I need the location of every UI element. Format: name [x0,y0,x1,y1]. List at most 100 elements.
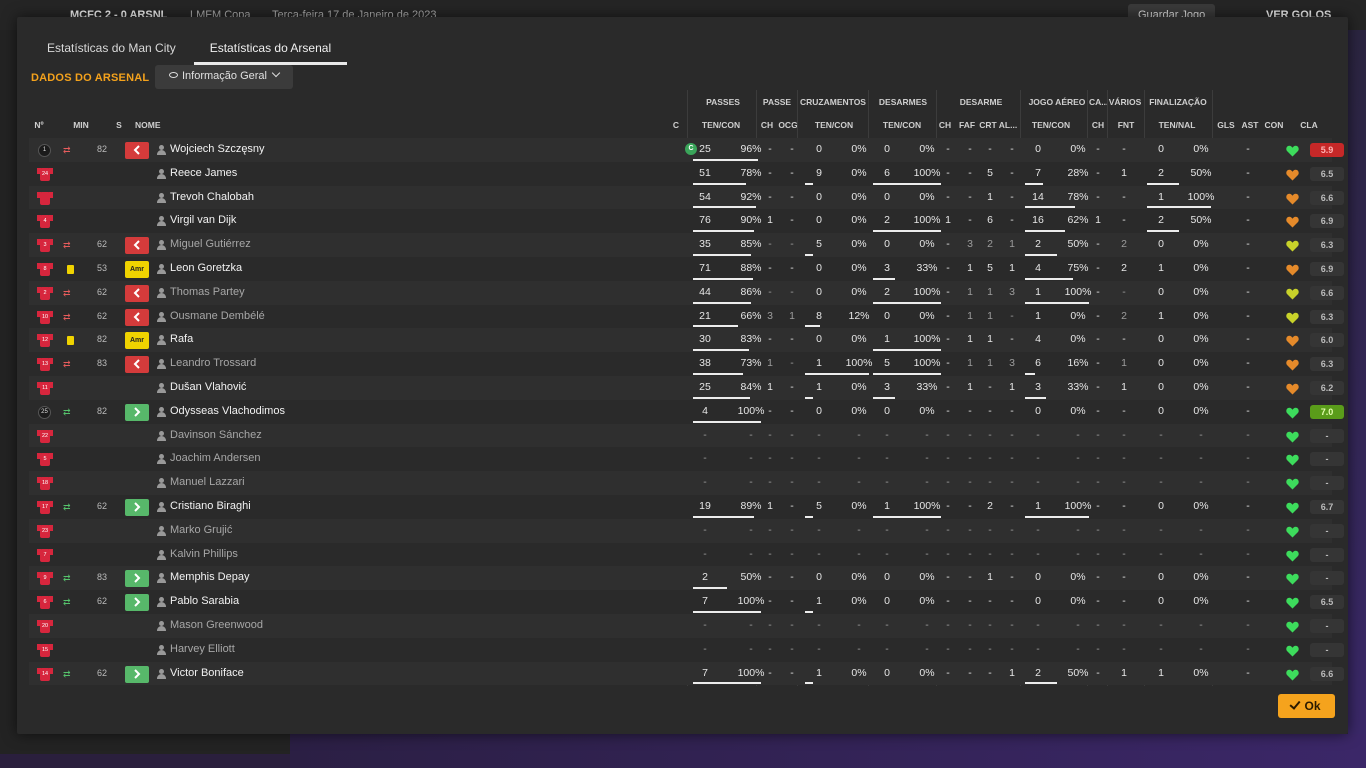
column-header-aer[interactable]: TEN/CON [1023,120,1079,130]
player-name[interactable]: Kalvin Phillips [170,543,238,567]
player-name[interactable]: Cristiano Biraghi [170,495,251,519]
goals [1217,400,1231,424]
column-header-cla[interactable]: CLA [1295,120,1323,130]
shots: - [1159,619,1163,631]
table-row[interactable]: 8 53 Amr Leon Goretzka 71 88% - -0 0% 3 33% -1 5 1 4 75… [29,257,1344,281]
table-row[interactable]: 20 Mason Greenwood - - - - - - - - - - - - - - - - - - - - [29,614,1344,638]
column-header-min[interactable]: MIN [69,120,93,130]
column-header-gls[interactable]: GLS [1215,120,1237,130]
key-headers: - [1096,190,1100,203]
fouls: 1 [967,333,973,346]
player-name[interactable]: Harvey Elliott [170,638,235,662]
table-row[interactable]: 24 Reece James 51 78% - -9 0% 6 100% - -5-7 28% -1 2 5… [29,161,1344,186]
column-header-passes[interactable]: TEN/CON [699,120,743,130]
table-row[interactable]: 17 ⇄ 62 Cristiano Biraghi 19 89% 1-5 0% 1 100% - -2… [29,495,1344,519]
shots: - [1159,547,1163,560]
fouls: 1 [967,357,973,370]
column-header-cruz[interactable]: TEN/CON [811,120,857,130]
crosses-pct: - [857,619,861,631]
player-name[interactable]: Memphis Depay [170,566,249,590]
player-name[interactable]: Thomas Partey [170,281,245,305]
column-header-con[interactable]: CON [1263,120,1285,130]
tackles-pct: 0% [919,595,935,608]
shirt-icon: 8 [37,262,53,276]
column-header-p-ocg[interactable]: OCG [777,120,799,130]
player-name[interactable]: Marko Grujić [170,519,232,543]
shots-pct: 0% [1193,143,1209,155]
column-header-fin[interactable]: TEN/NAL [1154,120,1200,130]
table-row[interactable]: 14 ⇄ 62 Victor Boniface 7 100% - -1 0% 0 0% - - -1 2 50… [29,661,1344,686]
table-row[interactable]: 4 Virgil van Dijk 76 90% 1-0 0% 2 100% 1-6-16 62%… [29,209,1344,234]
passes-attempted: - [703,476,707,489]
column-header-ca-ch[interactable]: CH [1089,120,1107,130]
player-name[interactable]: Victor Boniface [170,662,244,686]
table-row[interactable]: 22 Davinson Sánchez - - - - - - - - - - - - - - - - - - - - [29,423,1344,448]
column-header-c[interactable]: C [669,120,683,130]
table-row[interactable]: 15 Harvey Elliott - - - - - - - - - - - - - - - - - - - - [29,637,1344,662]
player-name[interactable]: Rafa [170,328,193,352]
table-row[interactable]: 23 Marko Grujić - - - - - - - - - - - - - - - - - - - - [29,518,1344,543]
shirt-icon: 9 [37,571,53,586]
player-name[interactable]: Pablo Sarabia [170,590,239,614]
tab-man-city-stats[interactable]: Estatísticas do Man City [31,35,192,65]
table-row[interactable]: 1 ⇄ 82 Wojciech Szczęsny C 25 96% - -0 0% 0 0% - - - -0… [29,138,1344,162]
player-name[interactable]: Reece James [170,162,237,186]
table-row[interactable]: 10 ⇄ 62 Ousmane Dembélé 21 66% 3 1 8 12% 0 0% -1 1-1 0… [29,304,1344,329]
column-header-p-ch[interactable]: CH [759,120,775,130]
tab-arsenal-stats[interactable]: Estatísticas do Arsenal [193,35,348,65]
table-row[interactable]: 9 ⇄ 83 Memphis Depay 2 50% - -0 0% 0 0% - -1-0 0% - -0 0… [29,566,1344,591]
column-header-nome[interactable]: NOME [135,120,175,130]
player-name[interactable]: Mason Greenwood [170,614,263,638]
player-name[interactable]: Davinson Sánchez [170,424,262,448]
column-header-ast[interactable]: AST [1239,120,1261,130]
column-header-des[interactable]: TEN/CON [879,120,925,130]
player-avatar-icon [157,621,166,631]
table-row[interactable]: 7 Kalvin Phillips - - - - - - - - - - - - - - - - - - - - [29,542,1344,567]
assists: - [1246,190,1250,203]
group-header-desarmes: DESARMES [878,97,928,107]
player-name[interactable]: Leandro Trossard [170,352,256,376]
player-name[interactable]: Joachim Andersen [170,447,261,471]
key-tackles: - [946,333,950,346]
player-rating: 6.2 [1310,381,1344,395]
table-row[interactable]: 18 Manuel Lazzari - - - - - - - - - - - - - - - - - - - - [29,471,1344,495]
table-row[interactable]: 25 ⇄ 82 Odysseas Vlachodimos 4 100% - -0 0% 0 0% - -… [29,399,1344,424]
player-name[interactable]: Ousmane Dembélé [170,305,265,329]
column-header-s[interactable]: S [113,120,125,130]
goalkeeper-shirt-icon: 25 [38,405,51,419]
player-name[interactable]: Miguel Gutiérrez [170,233,251,257]
column-header-d-crt[interactable]: CRT [979,120,997,130]
subbed-on-icon [125,570,149,588]
clearances: - [988,666,992,679]
table-row[interactable]: 11 Dušan Vlahović 25 84% 1-1 0% 3 33% -1-1 3 33% -1… [29,376,1344,400]
player-name[interactable]: Odysseas Vlachodimos [170,400,285,424]
table-row[interactable]: Trevoh Chalobah 54 92% - -0 0% 0 0% - -1-14 78% - -1… [29,185,1344,210]
player-name[interactable]: Trevoh Chalobah [170,186,254,210]
table-row[interactable]: 3 ⇄ 62 Miguel Gutiérrez 35 85% - -5 0% 0 0% -3 2 1 2 50… [29,233,1344,257]
column-header-d-ch[interactable]: CH [937,120,953,130]
player-avatar-icon [157,383,166,393]
player-name[interactable]: Virgil van Dijk [170,209,236,233]
column-header-no[interactable]: Nº [31,120,47,130]
table-row[interactable]: 2 ⇄ 62 Thomas Partey 44 86% - -0 0% 2 100% -1 1 3 1 100… [29,280,1344,305]
table-row[interactable]: 6 ⇄ 62 Pablo Sarabia 7 100% - -1 0% 0 0% - - - -0 0% - -0… [29,590,1344,614]
player-name[interactable]: Manuel Lazzari [170,471,245,495]
ok-button[interactable]: Ok [1278,694,1335,718]
player-rating: - [1310,571,1344,586]
table-row[interactable]: 13 ⇄ 83 Leandro Trossard 38 73% 1-1 100% 5 100% -1… [29,352,1344,376]
key-tackles: - [946,166,950,179]
column-header-d-al[interactable]: AL... [998,120,1018,130]
player-name[interactable]: Dušan Vlahović [170,376,246,400]
column-header-d-faf[interactable]: FAF [957,120,977,130]
view-dropdown[interactable]: Informação Geral [155,65,293,89]
fouls-against: - [1122,428,1126,441]
headers-attempted: - [1036,619,1040,631]
player-name[interactable]: Wojciech Szczęsny [170,138,265,162]
goals [1217,471,1231,495]
column-header-fnt[interactable]: FNT [1115,120,1137,130]
chances-created: - [790,571,794,584]
key-headers: - [1096,238,1100,251]
table-row[interactable]: 12 82 Amr Rafa 30 83% - -0 0% 1 100% -1 1-4 0% - -0 0% -6… [29,328,1344,353]
table-row[interactable]: 5 Joachim Andersen - - - - - - - - - - - - - - - - - - - - [29,447,1344,472]
player-name[interactable]: Leon Goretzka [170,257,242,281]
